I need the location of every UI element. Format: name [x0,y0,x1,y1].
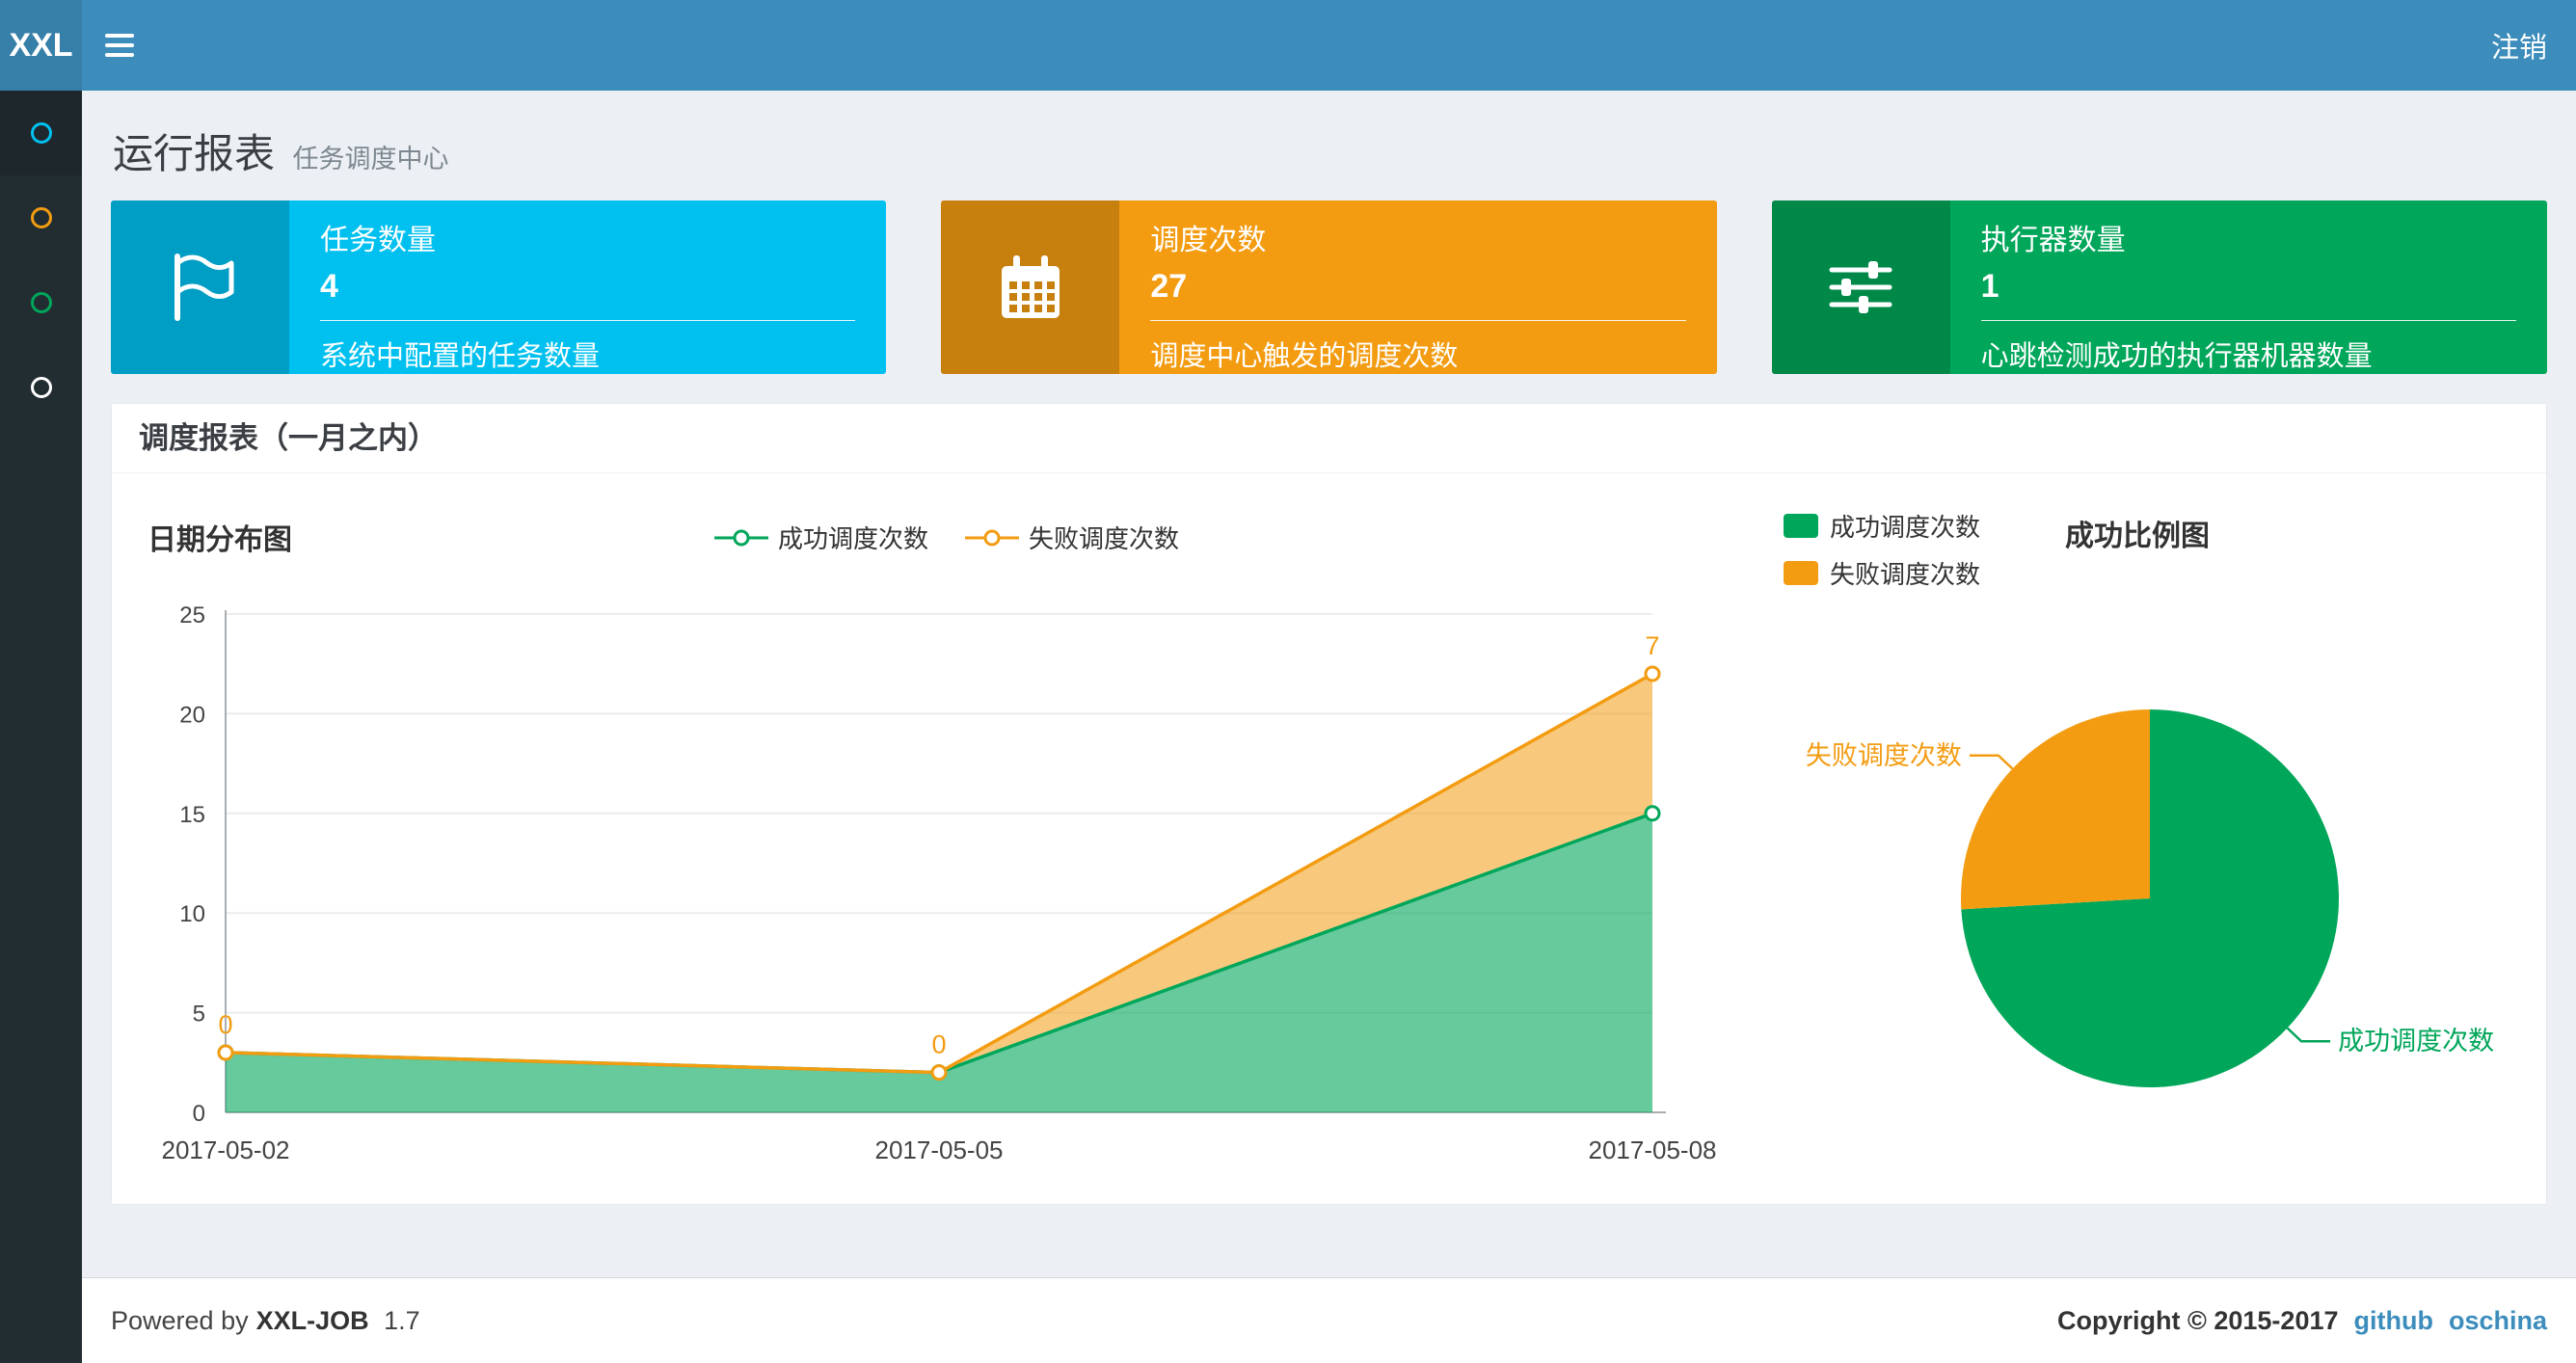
chart-title: 日期分布图 [148,524,292,556]
svg-text:0: 0 [218,1010,232,1039]
sidebar-toggle-button[interactable] [82,0,157,91]
info-box-description: 心跳检测成功的执行器机器数量 [1980,341,2373,372]
info-box-title: 执行器数量 [1980,225,2126,256]
line-marker-icon [714,529,768,546]
oschina-link[interactable]: oschina [2449,1306,2547,1336]
info-box-title: 调度次数 [1150,225,1267,256]
info-box-title: 任务数量 [320,225,436,256]
svg-text:2017-05-08: 2017-05-08 [1589,1136,1717,1164]
info-box-icon-area [111,200,289,374]
svg-text:20: 20 [179,702,205,728]
legend-label: 成功调度次数 [778,524,929,553]
panel-title: 调度报表（一月之内） [112,404,2546,473]
page-subtitle: 任务调度中心 [292,145,449,174]
sidebar-item-log[interactable] [0,260,82,345]
svg-text:2017-05-02: 2017-05-02 [162,1136,290,1164]
info-box-jobs: 任务数量 4 系统中配置的任务数量 [111,200,887,374]
page-footer: Powered by XXL-JOB 1.7 Copyright © 2015-2… [82,1277,2576,1363]
svg-text:15: 15 [179,802,205,828]
sidebar-item-executor[interactable] [0,345,82,430]
info-box-triggers: 调度次数 27 调度中心触发的调度次数 [941,200,1717,374]
info-box-value: 27 [1150,268,1188,305]
report-panel: 调度报表（一月之内） 日期分布图 成功调度次数 失败调度次数 0 5 10 15… [111,403,2547,1205]
svg-text:失败调度次数: 失败调度次数 [1806,741,1962,770]
info-box-icon-area [1771,200,1950,374]
github-link[interactable]: github [2354,1306,2433,1336]
info-box-value: 1 [1980,268,1999,305]
line-marker-icon [965,529,1020,546]
svg-text:7: 7 [1645,631,1659,660]
legend-label: 成功调度次数 [1830,513,1981,542]
copyright-text: Copyright © 2015-2017 [2056,1305,2339,1335]
powered-by: Powered by XXL-JOB 1.7 [111,1305,420,1335]
svg-text:10: 10 [179,901,205,927]
legend-item-fail[interactable]: 失败调度次数 [965,520,1179,555]
circle-icon [30,292,52,313]
sidebar-item-job[interactable] [0,175,82,260]
divider [320,320,856,321]
svg-text:25: 25 [179,602,205,628]
page-header: 运行报表 任务调度中心 [113,121,448,180]
info-box-executors: 执行器数量 1 心跳检测成功的执行器机器数量 [1771,200,2547,374]
calendar-icon [1001,255,1060,318]
sidebar [0,91,82,1363]
legend-swatch-icon [1784,514,1818,538]
circle-icon [30,122,52,144]
legend-label: 失败调度次数 [1029,524,1180,553]
circle-icon [30,207,52,228]
success-ratio-chart: 成功调度次数 失败调度次数 成功比例图 成功调度次数 失败调度次数 [1780,498,2543,1183]
top-navbar: XXL 注销 [0,0,2576,91]
pie-chart-canvas: 成功调度次数 失败调度次数 [1806,709,2494,1087]
legend-item-success[interactable]: 成功调度次数 [1784,508,1980,544]
info-box-value: 4 [320,268,338,305]
app-logo[interactable]: XXL [0,0,82,91]
info-box-icon-area [941,200,1120,374]
info-box-description: 调度中心触发的调度次数 [1150,341,1459,372]
summary-cards: 任务数量 4 系统中配置的任务数量 调度次数 27 调度中心触发的调度次数 执行… [111,200,2547,374]
svg-text:2017-05-05: 2017-05-05 [875,1136,1004,1164]
divider [1150,320,1686,321]
line-chart-legend: 成功调度次数 失败调度次数 [714,520,1179,555]
svg-text:0: 0 [193,1101,205,1127]
date-distribution-chart: 日期分布图 成功调度次数 失败调度次数 0 5 10 15 20 25 2017… [146,508,1765,1183]
product-name: XXL-JOB [255,1305,369,1335]
svg-text:0: 0 [931,1030,946,1059]
page-title: 运行报表 [113,131,276,176]
hamburger-icon [105,34,134,38]
sidebar-item-report[interactable] [0,91,82,175]
info-box-description: 系统中配置的任务数量 [320,341,601,372]
chart-title: 成功比例图 [2065,521,2210,552]
product-version: 1.7 [384,1305,420,1335]
logout-link[interactable]: 注销 [2491,0,2547,91]
legend-item-success[interactable]: 成功调度次数 [714,520,928,555]
area-chart-canvas: 05101520252017-05-02 2017-05-05 2017-05-08… [162,602,1717,1164]
circle-icon [30,377,52,398]
flag-icon [174,254,233,321]
sliders-icon [1829,261,1892,313]
svg-text:成功调度次数: 成功调度次数 [2338,1027,2494,1056]
svg-text:5: 5 [193,1002,205,1028]
divider [1980,320,2516,321]
